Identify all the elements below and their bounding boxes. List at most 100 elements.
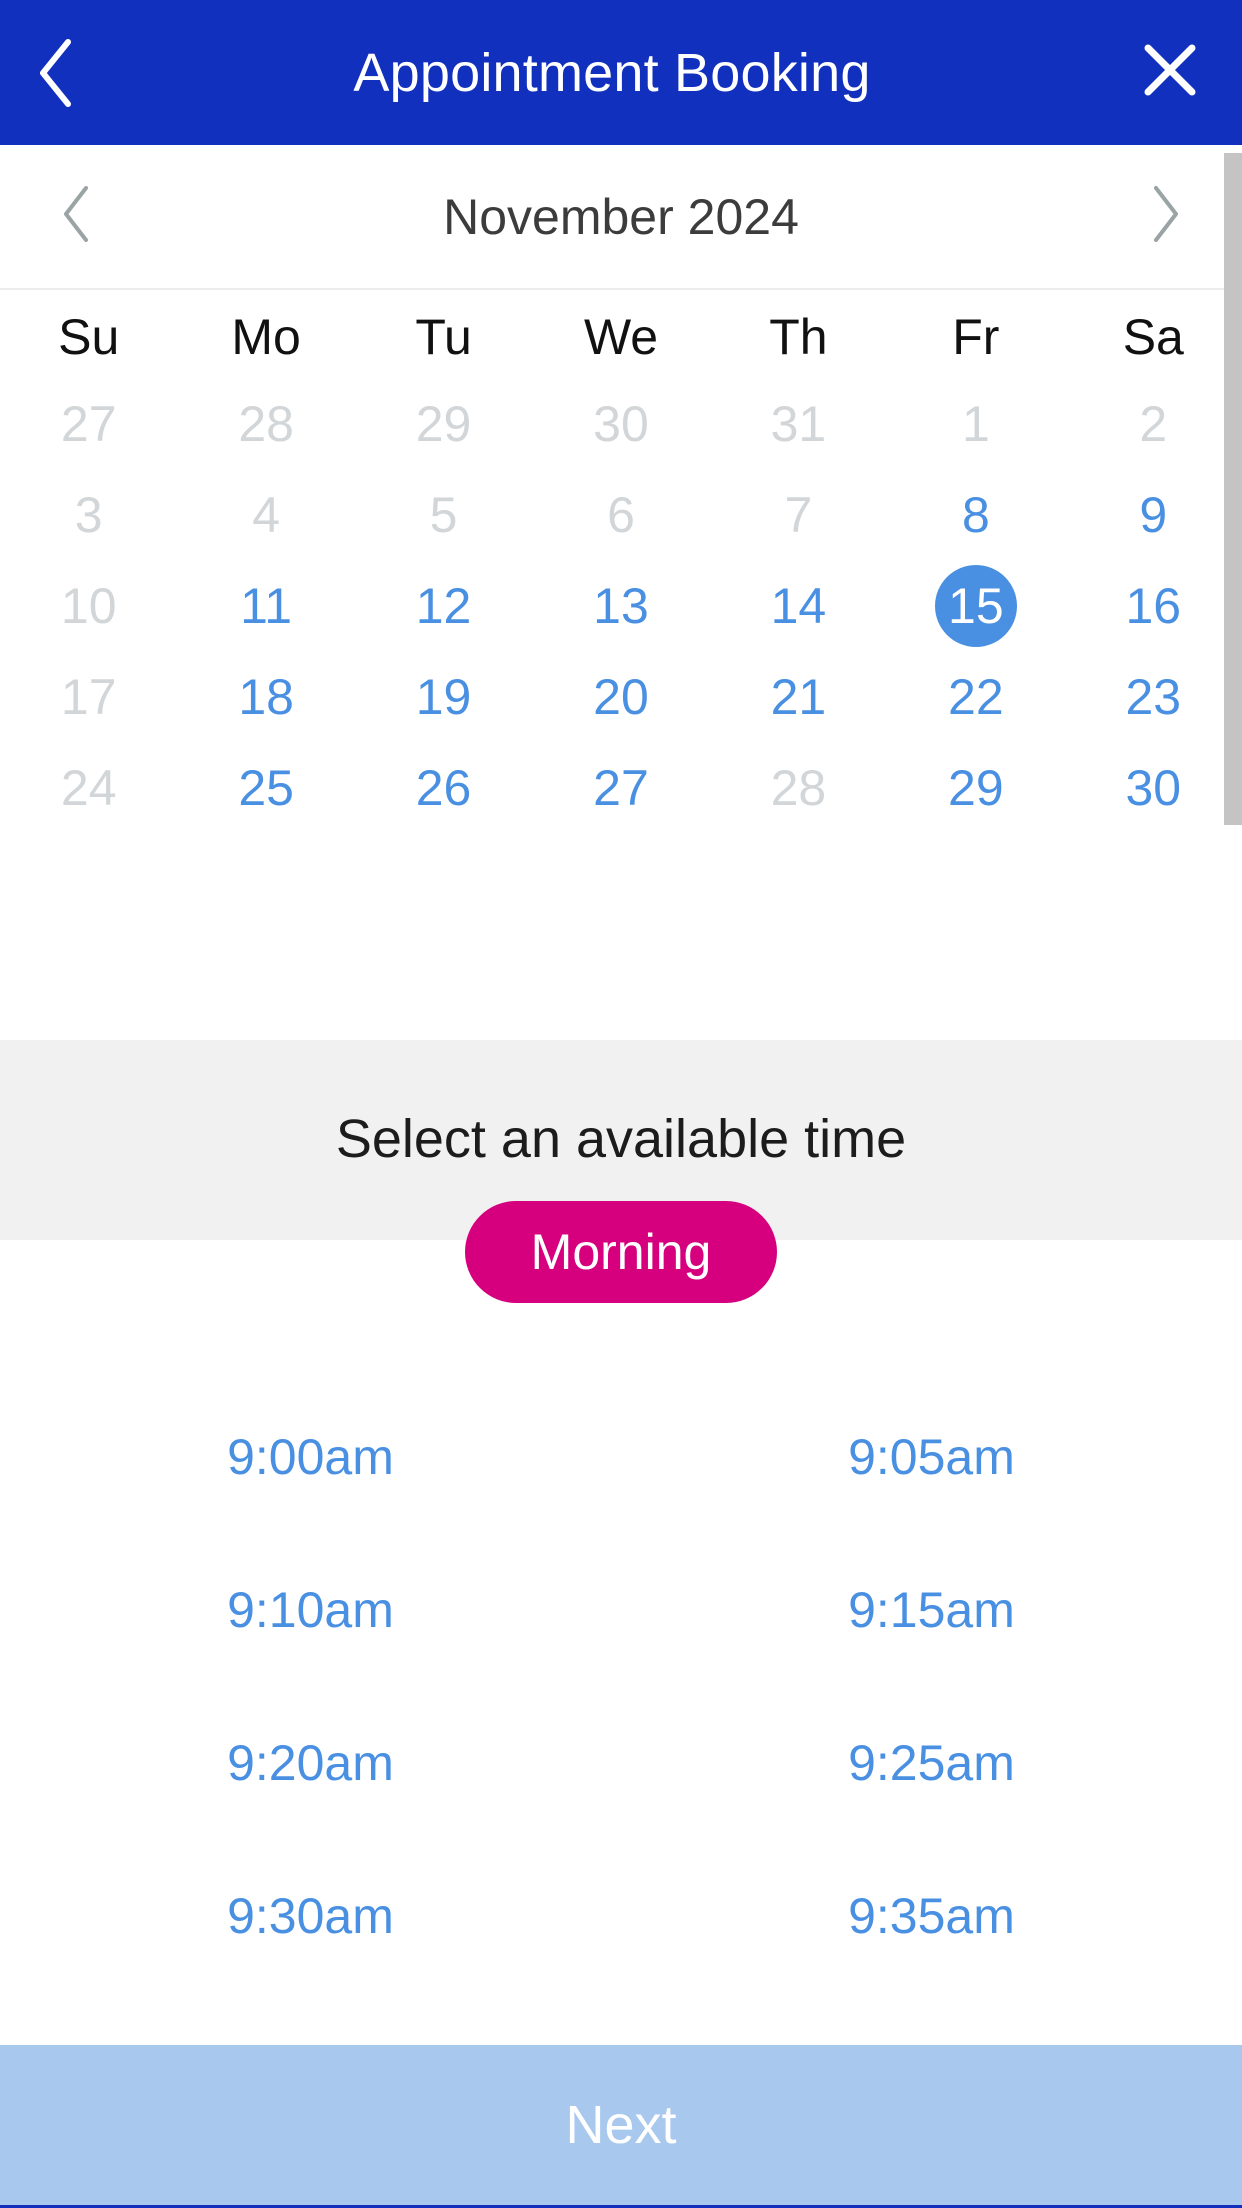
calendar-day-label: 1 [961, 395, 990, 452]
calendar-day-cell: 3 [0, 469, 177, 560]
calendar-day-cell[interactable]: 9 [1065, 469, 1242, 560]
period-tab-morning[interactable]: Morning [464, 1201, 778, 1303]
calendar-day-cell[interactable]: 26 [355, 742, 532, 833]
next-month-button[interactable] [1136, 177, 1196, 257]
calendar-day-label: 31 [770, 395, 827, 452]
calendar-day-label: 30 [593, 395, 649, 452]
time-slot[interactable]: 9:05am [621, 1380, 1242, 1533]
calendar-day-label: 8 [961, 486, 990, 543]
calendar-day-cell[interactable]: 12 [355, 560, 532, 651]
weekday-header-th: Th [769, 309, 828, 365]
calendar-day-cell[interactable]: 27 [532, 742, 709, 833]
calendar-day-label: 4 [252, 486, 281, 543]
calendar-day-cell: 1 [887, 378, 1064, 469]
calendar-day-label: 29 [415, 395, 472, 452]
calendar-day-cell: 4 [177, 469, 354, 560]
chevron-left-icon [60, 184, 92, 249]
calendar-day-label: 30 [1125, 759, 1182, 816]
calendar-day-label: 27 [60, 395, 117, 452]
weekday-header-sa: Sa [1122, 309, 1184, 365]
calendar-day-cell[interactable]: 21 [710, 651, 887, 742]
weekday-header-row: Su Mo Tu We Th Fr Sa [0, 290, 1242, 378]
calendar-day-label: 27 [593, 759, 649, 816]
calendar-day-cell[interactable]: 8 [887, 469, 1064, 560]
app-header: Appointment Booking [0, 0, 1242, 145]
calendar-day-cell: 7 [710, 469, 887, 560]
calendar-day-label: 17 [60, 668, 117, 725]
calendar-day-cell: 28 [177, 378, 354, 469]
calendar-day-cell[interactable]: 19 [355, 651, 532, 742]
calendar-day-cell: 28 [710, 742, 887, 833]
calendar-day-cell[interactable]: 15 [887, 560, 1064, 651]
calendar-week-row: 27 28 29 30 31 1 2 [0, 378, 1242, 469]
weekday-header-fr: Fr [952, 309, 1000, 365]
calendar-day-label: 2 [1139, 395, 1168, 452]
calendar-day-label: 29 [948, 759, 1004, 816]
time-slot[interactable]: 9:20am [0, 1686, 621, 1839]
calendar-day-label: 7 [784, 486, 813, 543]
calendar-day-cell[interactable]: 18 [177, 651, 354, 742]
calendar-day-cell: 30 [532, 378, 709, 469]
calendar-day-cell: 17 [0, 651, 177, 742]
calendar-day-label: 10 [60, 577, 117, 634]
calendar-day-cell[interactable]: 23 [1065, 651, 1242, 742]
calendar-day-label: 24 [60, 759, 117, 816]
calendar-day-label: 11 [240, 577, 293, 634]
weekday-header-mo: Mo [231, 309, 301, 365]
calendar-scrollbar[interactable] [1224, 153, 1242, 825]
calendar-day-cell[interactable]: 22 [887, 651, 1064, 742]
calendar-day-label: 6 [607, 486, 635, 543]
calendar-weeks: 27 28 29 30 31 1 2 3 4 5 6 7 8 9 10 11 12 13 14 15 16 17 18 19 2… [0, 378, 1242, 833]
calendar-day-cell[interactable]: 13 [532, 560, 709, 651]
calendar-day-label: 13 [593, 577, 649, 634]
time-slot[interactable]: 9:10am [0, 1533, 621, 1686]
calendar-day-cell[interactable]: 30 [1065, 742, 1242, 833]
period-tab-group: Morning [0, 1201, 1242, 1303]
calendar-day-label: 22 [948, 668, 1004, 725]
time-slot[interactable]: 9:00am [0, 1380, 621, 1533]
next-button[interactable]: Next [0, 2045, 1242, 2205]
calendar-day-cell[interactable]: 16 [1065, 560, 1242, 651]
chevron-right-icon [1150, 184, 1182, 249]
calendar-day-cell: 5 [355, 469, 532, 560]
calendar-day-label: 26 [415, 759, 472, 816]
calendar-panel: November 2024 Su Mo Tu We Th Fr Sa 27 28 29 30 31 1… [0, 145, 1242, 1040]
time-slot[interactable]: 9:25am [621, 1686, 1242, 1839]
time-slot[interactable]: 9:30am [0, 1839, 621, 1992]
calendar-day-label: 28 [238, 395, 294, 452]
calendar-day-cell[interactable]: 25 [177, 742, 354, 833]
time-slots-grid: 9:00am 9:05am 9:10am 9:15am 9:20am 9:25am 9:30… [0, 1380, 1242, 1992]
calendar-day-label: 14 [770, 577, 827, 634]
calendar-day-cell[interactable]: 29 [887, 742, 1064, 833]
weekday-header-tu: Tu [415, 309, 472, 365]
time-slot[interactable]: 9:15am [621, 1533, 1242, 1686]
month-navigation: November 2024 [0, 145, 1242, 290]
calendar-day-label: 19 [415, 668, 472, 725]
calendar-day-label: 5 [429, 486, 458, 543]
chevron-left-icon [36, 38, 76, 108]
calendar-day-label: 25 [238, 759, 294, 816]
current-month-label: November 2024 [443, 188, 799, 245]
calendar-day-cell[interactable]: 20 [532, 651, 709, 742]
calendar-day-label: 18 [238, 668, 294, 725]
calendar-day-label: 28 [770, 759, 827, 816]
calendar-day-cell[interactable]: 11 [177, 560, 354, 651]
calendar-day-cell: 31 [710, 378, 887, 469]
calendar-day-cell: 27 [0, 378, 177, 469]
weekday-header-we: We [583, 309, 659, 365]
calendar-week-row: 3 4 5 6 7 8 9 [0, 469, 1242, 560]
weekday-header-su: Su [58, 309, 120, 365]
calendar-day-label: 23 [1125, 668, 1182, 725]
prev-month-button[interactable] [46, 177, 106, 257]
calendar-day-cell: 29 [355, 378, 532, 469]
calendar-day-label: 15 [934, 564, 1017, 647]
calendar-week-row: 24 25 26 27 28 29 30 [0, 742, 1242, 833]
calendar-day-label: 16 [1125, 577, 1182, 634]
calendar-day-cell[interactable]: 14 [710, 560, 887, 651]
close-x-icon [1142, 42, 1198, 103]
calendar-day-cell: 10 [0, 560, 177, 651]
close-button[interactable] [1128, 28, 1198, 118]
calendar-day-label: 12 [415, 577, 472, 634]
time-section-heading: Select an available time [335, 1109, 907, 1169]
time-slot[interactable]: 9:35am [621, 1839, 1242, 1992]
